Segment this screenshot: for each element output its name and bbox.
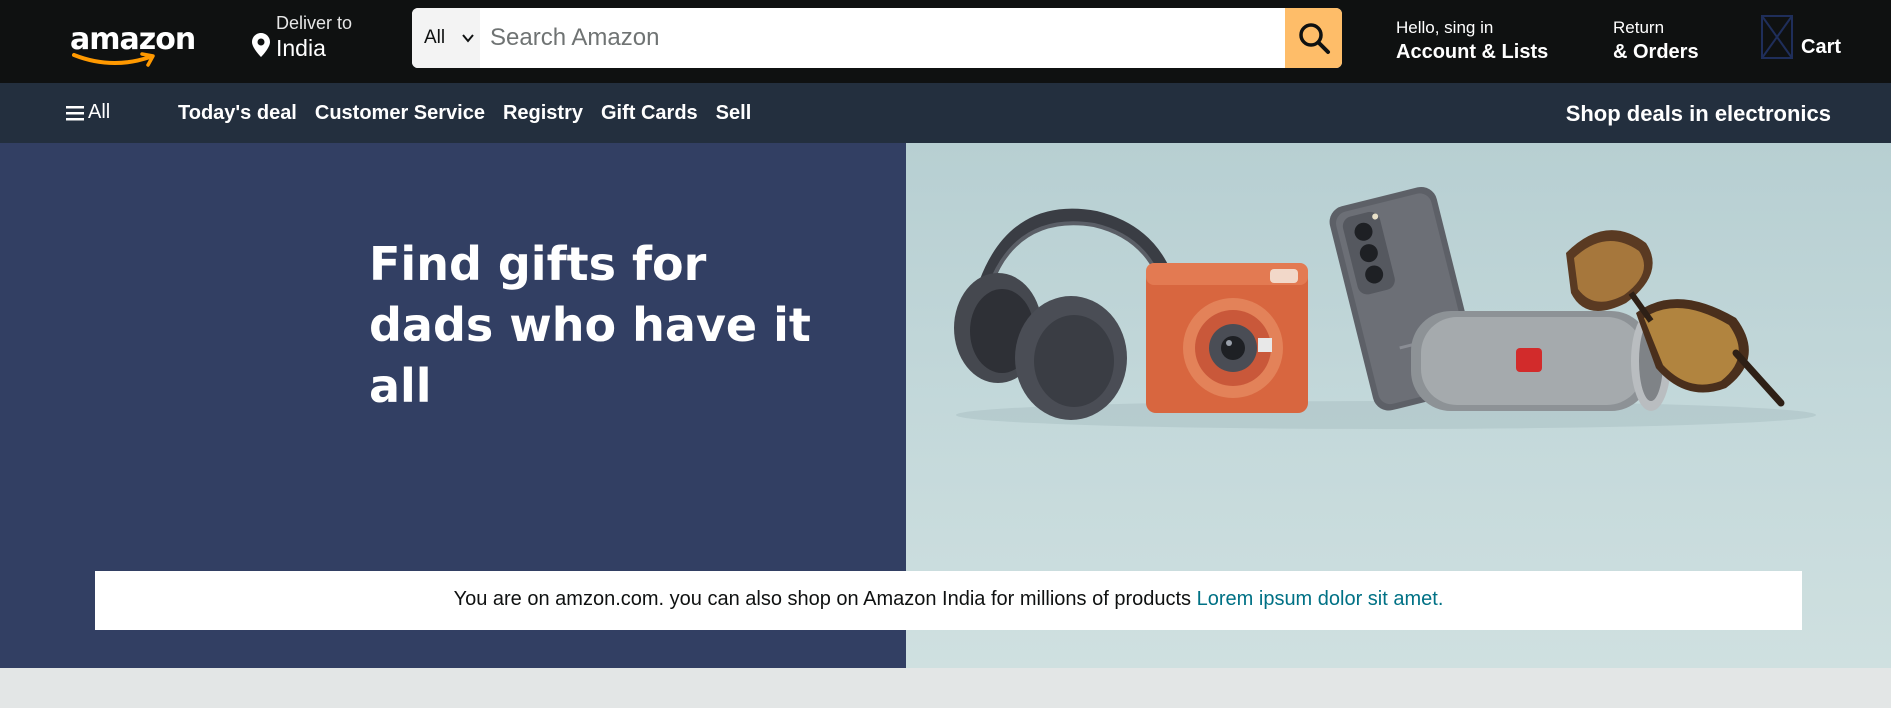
account-label: Account & Lists (1396, 41, 1549, 63)
smile-arrow-icon (72, 52, 155, 67)
orders-label: & Orders (1613, 41, 1699, 63)
top-header: amazon Deliver to India All Hello (0, 0, 1891, 83)
hero-headline-line1: Find gifts for (369, 237, 707, 291)
nav-link-sell[interactable]: Sell (716, 102, 752, 125)
chevron-down-icon (462, 34, 474, 43)
nav-links: Today's deal Customer Service Registry G… (178, 102, 751, 125)
hero-headline-line2: dads who have it all (369, 298, 811, 413)
page-background-strip (0, 668, 1891, 708)
instant-camera-icon (1146, 263, 1308, 413)
deliver-location: India (276, 35, 326, 61)
hamburger-icon (66, 105, 84, 120)
nav-link-customer-service[interactable]: Customer Service (315, 102, 485, 125)
nav-promo-electronics[interactable]: Shop deals in electronics (1566, 101, 1831, 127)
search-bar: All (412, 8, 1342, 68)
cart-label: Cart (1801, 36, 1842, 58)
nav-bar: All Today's deal Customer Service Regist… (0, 83, 1891, 143)
region-notice-link[interactable]: Lorem ipsum dolor sit amet. (1197, 588, 1444, 610)
search-icon (1298, 23, 1330, 54)
returns-orders-link[interactable]: Return & Orders (1613, 18, 1723, 68)
all-menu-label: All (88, 101, 111, 123)
nav-link-todays-deal[interactable]: Today's deal (178, 102, 297, 125)
account-greeting: Hello, sing in (1396, 18, 1494, 37)
nav-link-gift-cards[interactable]: Gift Cards (601, 102, 698, 125)
region-notice-text: You are on amzon.com. you can also shop … (453, 588, 1192, 610)
region-notice-banner: You are on amzon.com. you can also shop … (95, 571, 1802, 630)
deliver-label: Deliver to (276, 13, 353, 33)
search-category-label: All (424, 27, 446, 48)
headphones-icon (954, 208, 1178, 420)
account-lists-menu[interactable]: Hello, sing in Account & Lists (1396, 18, 1566, 68)
cart-button[interactable]: Cart (1760, 14, 1870, 64)
bluetooth-speaker-icon (1411, 311, 1671, 411)
search-input[interactable] (480, 8, 1284, 68)
returns-label: Return (1613, 18, 1665, 37)
cart-icon (1761, 15, 1793, 59)
amazon-logo[interactable]: amazon (68, 20, 196, 70)
hero-headline: Find gifts for dads who have it all (369, 234, 889, 417)
location-pin-icon (252, 33, 270, 57)
nav-link-registry[interactable]: Registry (503, 102, 583, 125)
search-submit-button[interactable] (1285, 8, 1342, 68)
search-category-select[interactable]: All (412, 8, 480, 68)
all-menu-button[interactable]: All (66, 101, 110, 124)
deliver-to-location[interactable]: Deliver to India (252, 12, 382, 64)
